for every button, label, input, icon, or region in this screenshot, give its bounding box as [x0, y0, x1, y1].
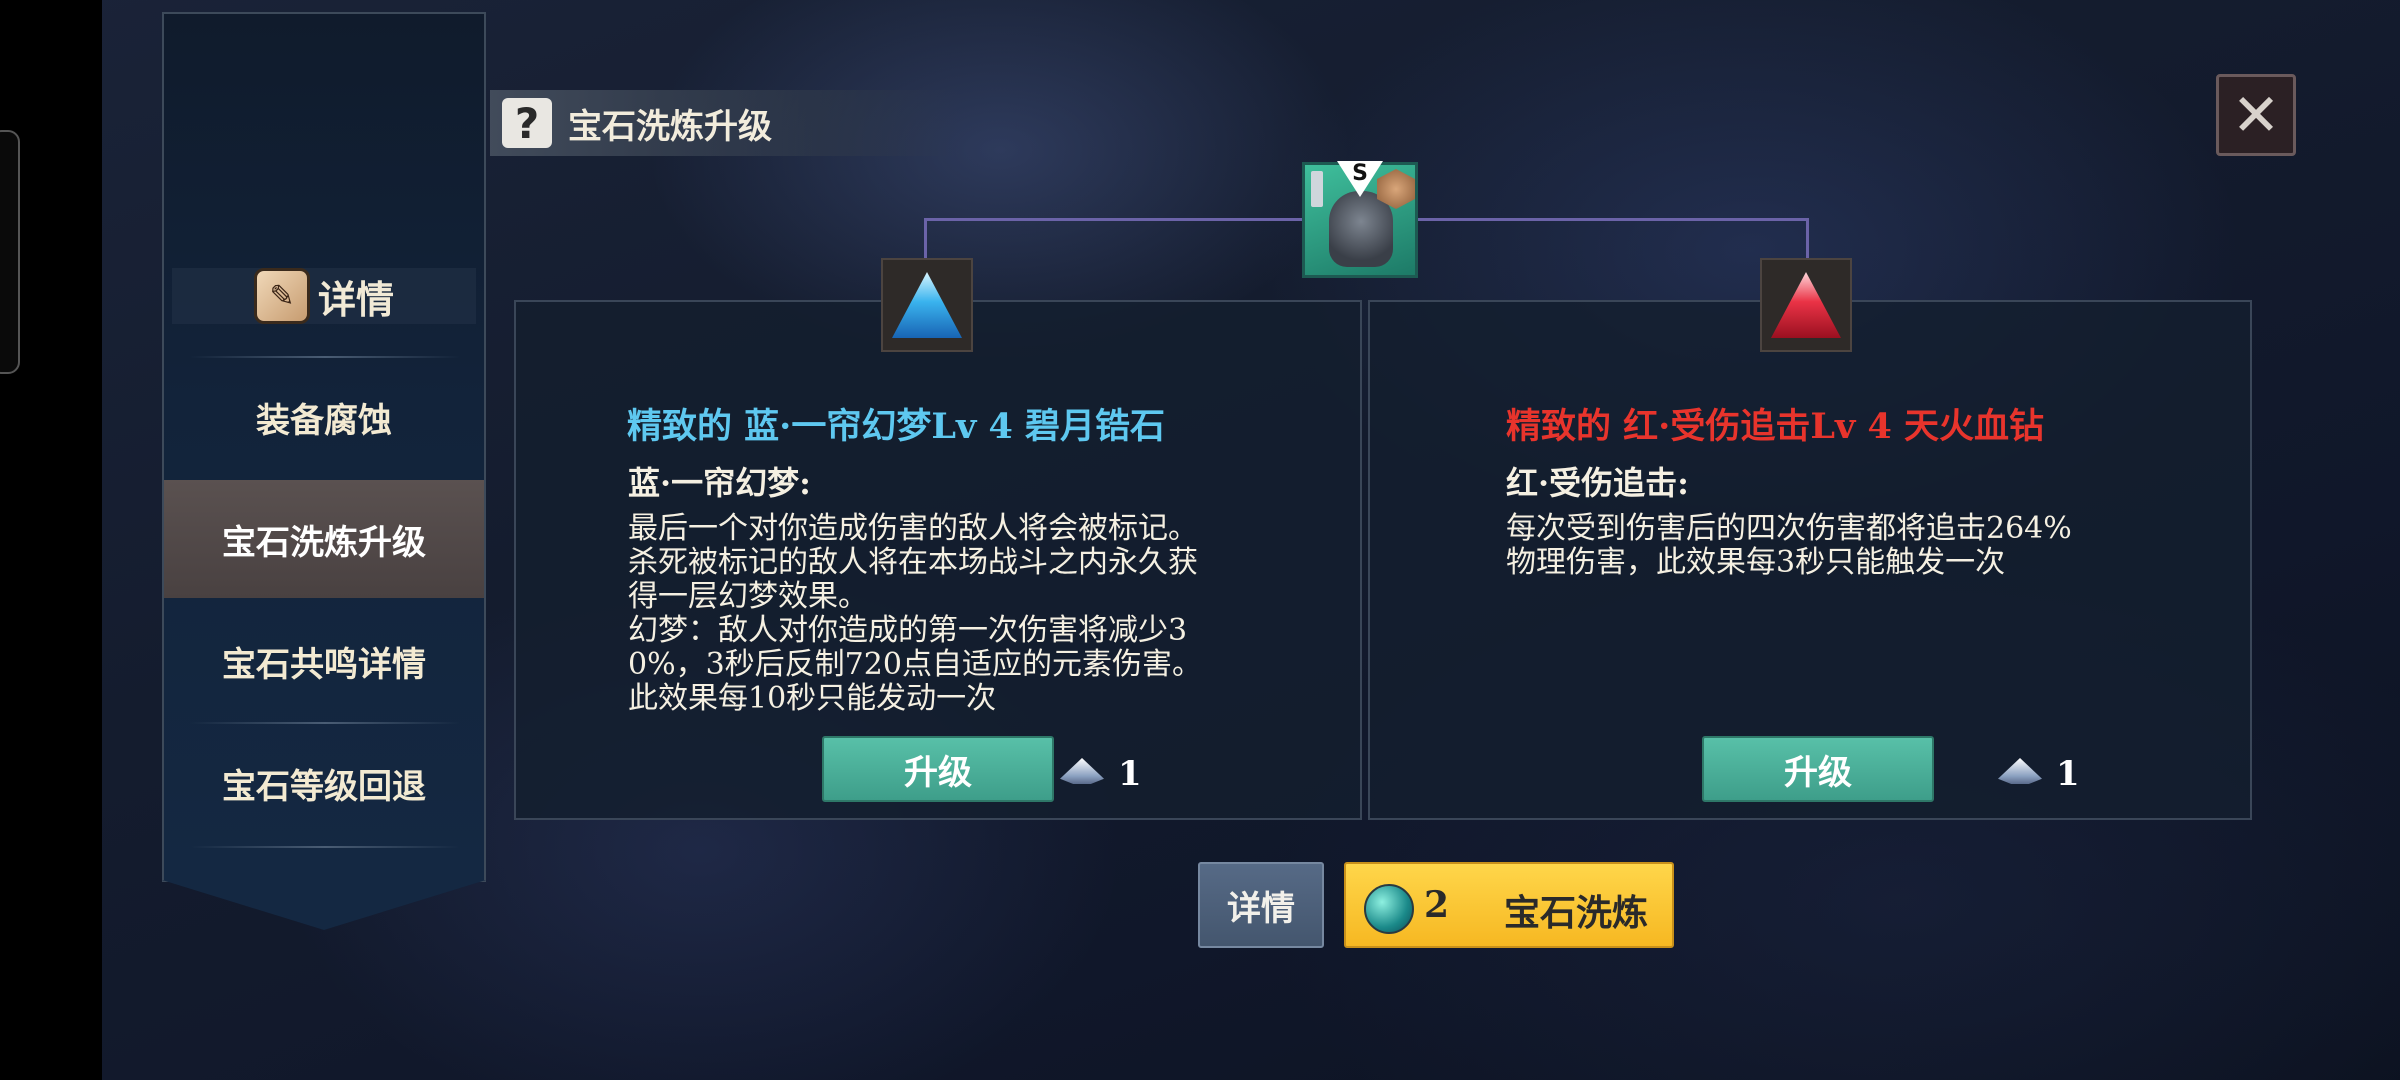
effect-description-red: 每次受到伤害后的四次伤害都将追击264%物理伤害，此效果每3秒只能触发一次	[1506, 511, 2072, 580]
page-title: 宝石洗炼升级	[568, 106, 772, 147]
sidebar-tail	[162, 880, 486, 930]
effect-description-blue: 最后一个对你造成伤害的敌人将会被标记。杀死被标记的敌人将在本场战斗之内永久获得一…	[628, 511, 1202, 716]
upgrade-button-blue[interactable]: 升级	[822, 736, 1054, 802]
refine-stone-icon	[1364, 884, 1414, 934]
page-title-bar: ? 宝石洗炼升级	[490, 90, 960, 156]
gem-slot-red[interactable]	[1760, 258, 1852, 352]
upgrade-button-red[interactable]: 升级	[1702, 736, 1934, 802]
gem-refine-button[interactable]: 2 宝石洗炼	[1344, 862, 1674, 948]
upgrade-button-label: 升级	[904, 752, 972, 793]
close-button[interactable]: ✕	[2216, 74, 2296, 156]
edge-handle	[0, 130, 20, 374]
equipment-item[interactable]: S	[1302, 161, 1418, 278]
close-icon: ✕	[2231, 81, 2281, 149]
sidebar-header-label: 详情	[317, 276, 394, 322]
screen-left-edge	[0, 0, 102, 1080]
help-icon[interactable]: ?	[502, 98, 552, 148]
gem-name-red: 精致的 红·受伤追击Lv 4 天火血钻	[1506, 406, 2045, 447]
divider	[190, 846, 460, 848]
details-button[interactable]: 详情	[1198, 862, 1324, 948]
blue-gem-icon	[892, 272, 962, 338]
details-button-label: 详情	[1227, 888, 1295, 929]
connector-line-left-drop	[924, 218, 927, 260]
sidebar-item-gem-level-rollback[interactable]: 宝石等级回退	[164, 724, 484, 842]
effect-label-red: 红·受伤追击:	[1506, 464, 1689, 502]
game-screen: ✎ 详情 装备腐蚀 宝石洗炼升级 宝石共鸣详情 宝石等级回退 ? 宝石洗炼升级 …	[0, 0, 2400, 1080]
red-gem-icon	[1771, 272, 1841, 338]
armor-chestplate-icon	[1329, 191, 1393, 267]
gem-slot-blue[interactable]	[881, 258, 973, 352]
connector-line-left	[924, 218, 1304, 221]
grade-badge: S	[1337, 161, 1383, 197]
sidebar-item-gem-resonance[interactable]: 宝石共鸣详情	[164, 602, 484, 720]
sidebar-item-label: 宝石共鸣详情	[222, 644, 426, 685]
refine-button-label: 宝石洗炼	[1504, 892, 1649, 934]
upgrade-cost-blue: 1	[1118, 754, 1142, 794]
effect-label-blue: 蓝·一帘幻梦:	[628, 464, 811, 502]
sidebar-item-label: 装备腐蚀	[256, 400, 392, 441]
refine-cost: 2	[1424, 884, 1450, 926]
sidebar-item-gem-refine-upgrade[interactable]: 宝石洗炼升级	[164, 480, 484, 598]
sidebar-item-label: 宝石等级回退	[222, 766, 426, 807]
sidebar-header: ✎ 详情	[172, 268, 476, 324]
connector-line-right	[1418, 218, 1808, 221]
sidebar-item-equipment-corrosion[interactable]: 装备腐蚀	[164, 358, 484, 476]
equipment-slot-marker	[1311, 171, 1323, 207]
upgrade-cost-red: 1	[2056, 754, 2080, 794]
connector-line-right-drop	[1806, 218, 1809, 260]
sidebar-item-label: 宝石洗炼升级	[222, 522, 426, 563]
scroll-quill-icon: ✎	[253, 268, 310, 324]
upgrade-button-label: 升级	[1784, 752, 1852, 793]
gem-name-blue: 精致的 蓝·一帘幻梦Lv 4 碧月锆石	[627, 406, 1166, 447]
